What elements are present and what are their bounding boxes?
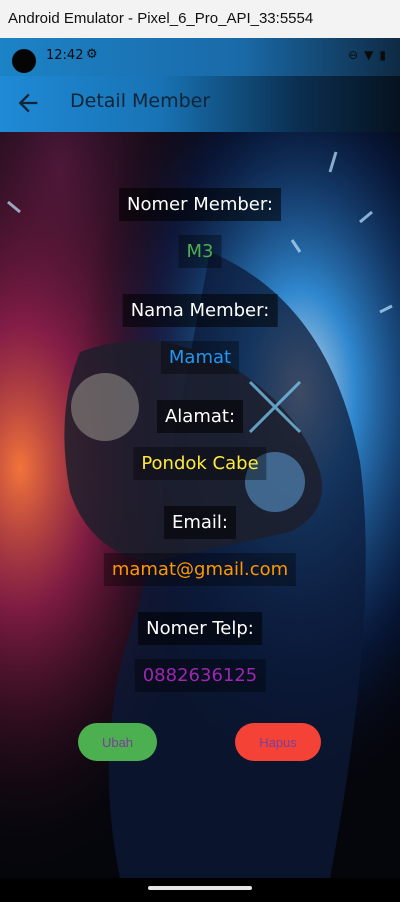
page-title: Detail Member bbox=[70, 90, 211, 112]
email-label: Email: bbox=[163, 506, 237, 539]
gesture-handle[interactable] bbox=[148, 886, 252, 890]
phone-label: Nomer Telp: bbox=[138, 612, 262, 645]
edit-button[interactable]: Ubah bbox=[78, 723, 157, 761]
status-bar: 12:42 ⚙ ⊖▼▮ bbox=[0, 38, 400, 76]
emulator-window: Android Emulator - Pixel_6_Pro_API_33:55… bbox=[0, 0, 400, 902]
delete-button[interactable]: Hapus bbox=[235, 723, 321, 761]
detail-content: Nomer Member: M3 Nama Member: Mamat Alam… bbox=[0, 132, 400, 878]
camera-cutout bbox=[12, 49, 36, 73]
address-value: Pondok Cabe bbox=[133, 447, 267, 480]
settings-gear-icon: ⚙ bbox=[86, 47, 98, 62]
navigation-bar bbox=[0, 878, 400, 902]
status-icons: ⊖▼▮ bbox=[348, 48, 392, 62]
phone-screen: 12:42 ⚙ ⊖▼▮ Detail Member Nomer Member: … bbox=[0, 38, 400, 902]
address-label: Alamat: bbox=[156, 400, 244, 433]
app-bar: Detail Member bbox=[0, 76, 400, 132]
battery-icon: ▮ bbox=[379, 48, 392, 62]
member-number-value: M3 bbox=[178, 235, 222, 268]
member-number-label: Nomer Member: bbox=[119, 188, 281, 221]
member-name-value: Mamat bbox=[160, 341, 240, 374]
wifi-icon: ▼ bbox=[364, 48, 380, 62]
dnd-icon: ⊖ bbox=[348, 48, 365, 62]
status-time: 12:42 bbox=[46, 48, 84, 63]
phone-value: 0882636125 bbox=[134, 659, 266, 692]
back-arrow-icon[interactable] bbox=[14, 89, 42, 117]
email-value: mamat@gmail.com bbox=[103, 553, 297, 586]
member-name-label: Nama Member: bbox=[122, 294, 278, 327]
window-title: Android Emulator - Pixel_6_Pro_API_33:55… bbox=[0, 0, 400, 38]
